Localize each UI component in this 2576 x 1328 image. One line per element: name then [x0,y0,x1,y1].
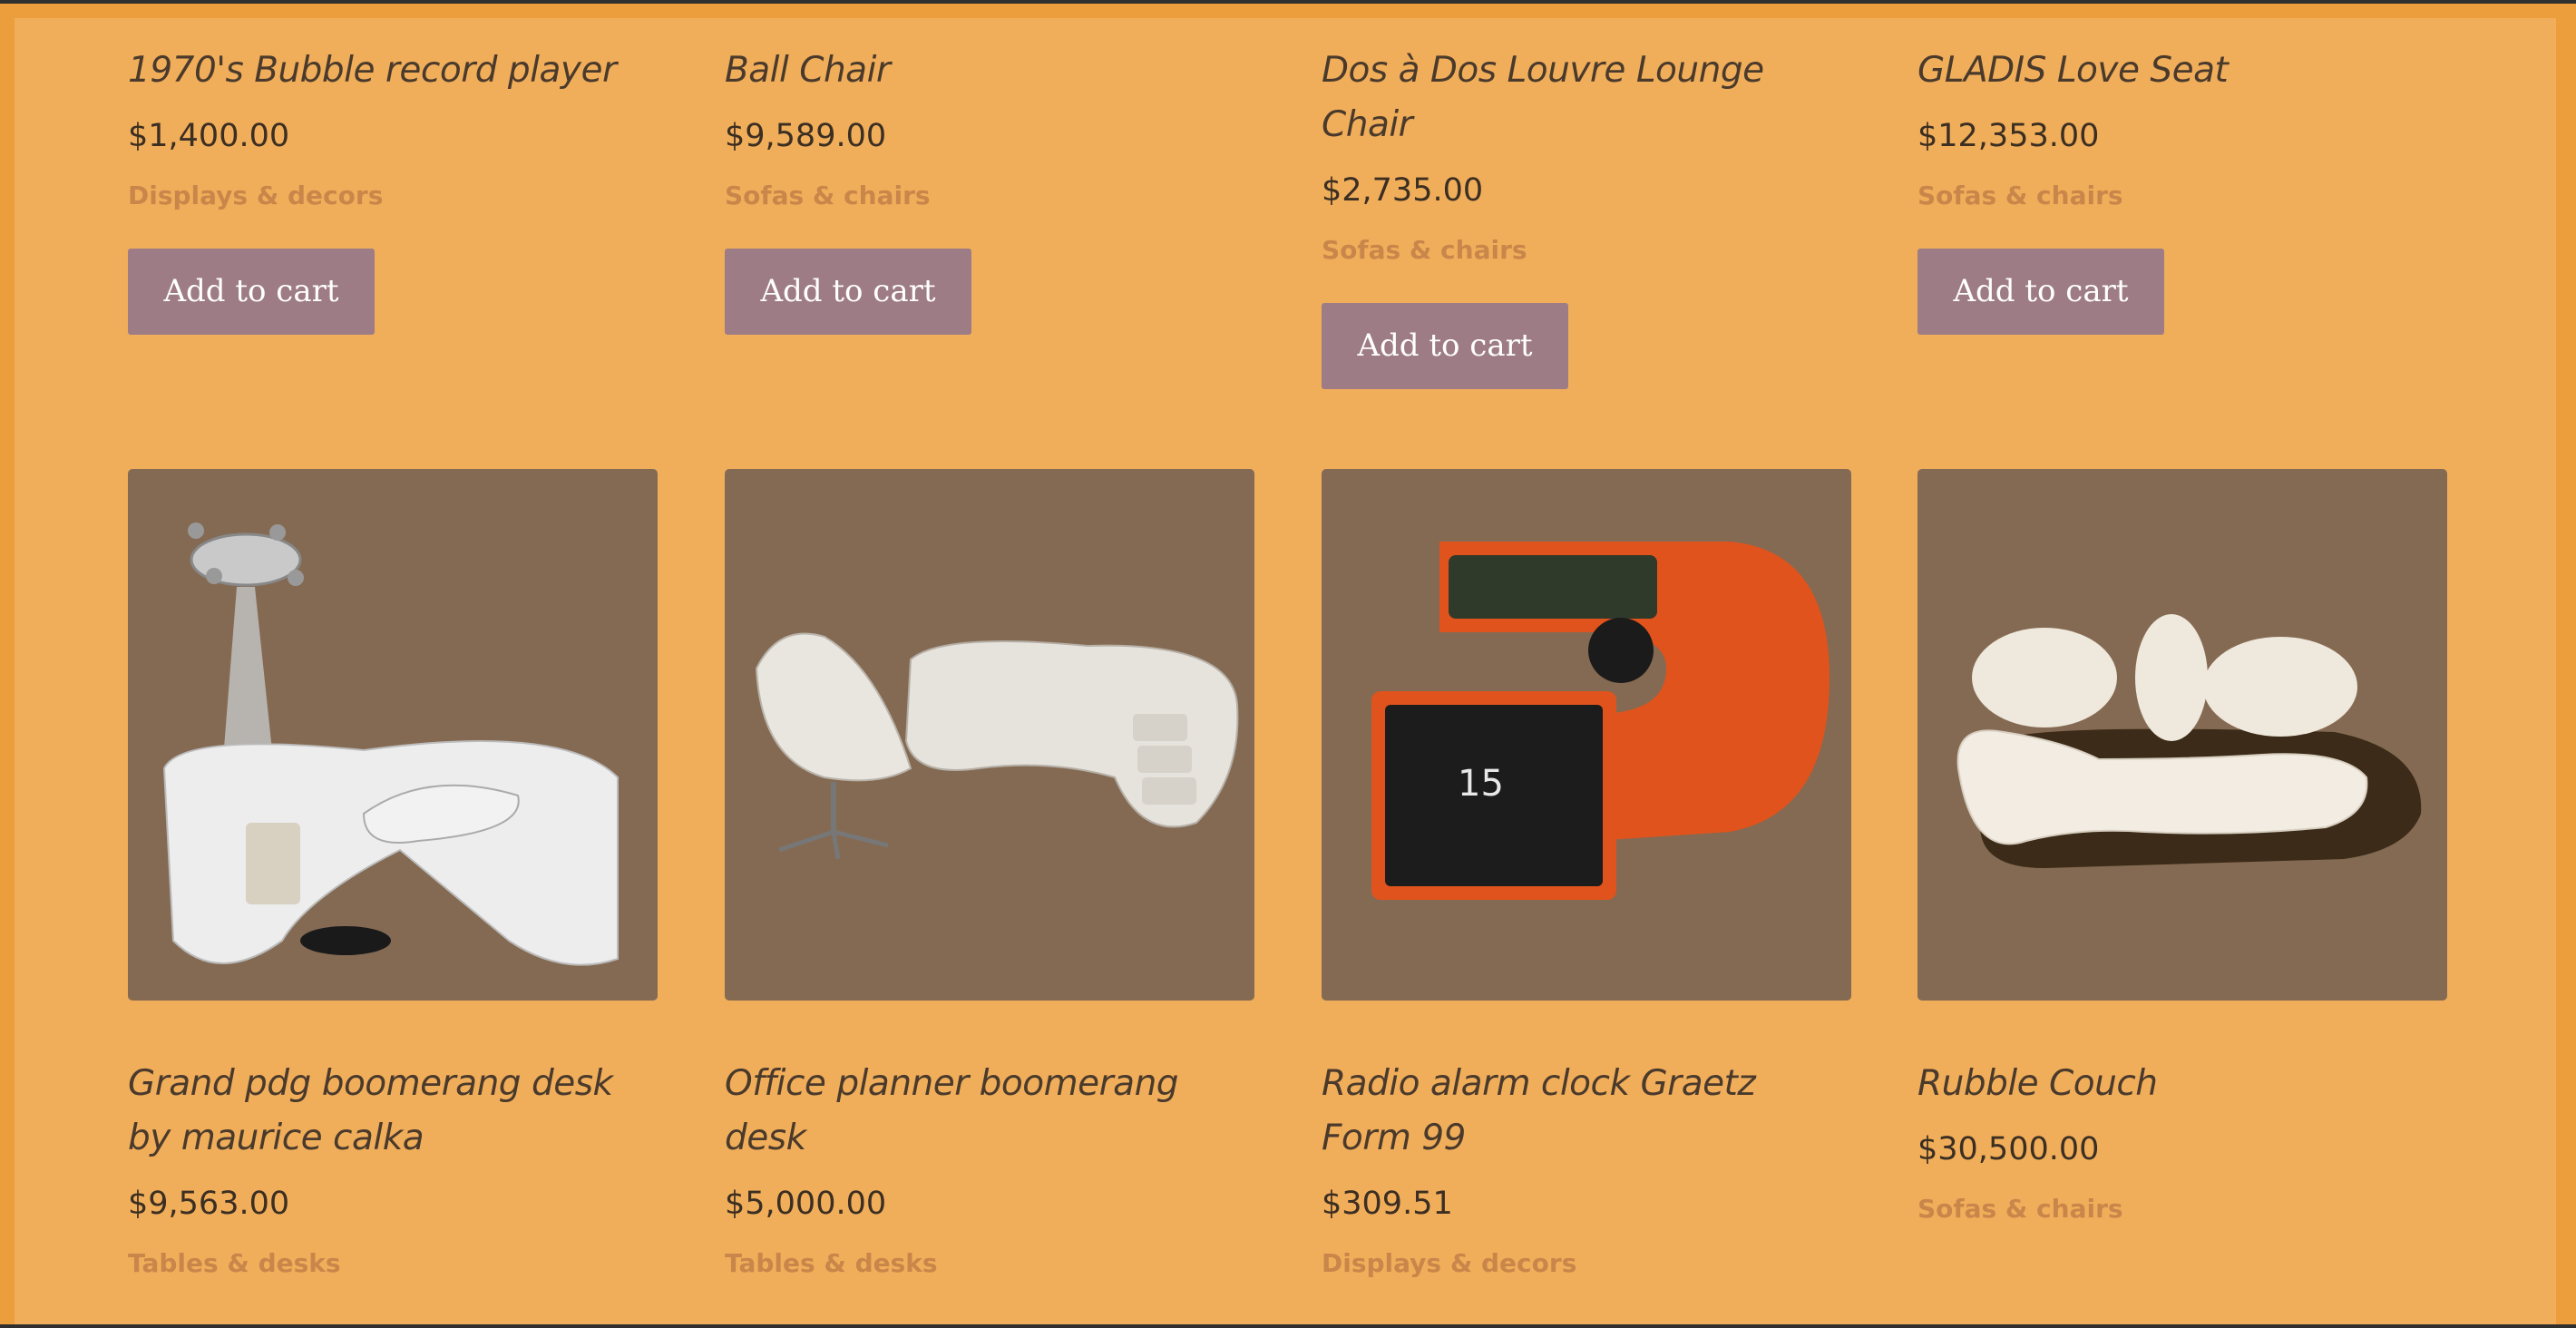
product-card: Ball Chair $9,589.00 Sofas & chairs Add … [725,44,1254,335]
product-title[interactable]: Ball Chair [725,44,1254,98]
product-category[interactable]: Tables & desks [725,1244,1254,1284]
product-price: $9,589.00 [725,118,887,154]
product-price: $9,563.00 [128,1186,290,1222]
top-border [0,0,2576,4]
product-category[interactable]: Tables & desks [128,1244,658,1284]
product-title[interactable]: Rubble Couch [1917,1057,2447,1111]
add-to-cart-button[interactable]: Add to cart [1917,249,2164,335]
product-title[interactable]: Radio alarm clock Graetz Form 99 [1322,1057,1851,1166]
bottom-border [0,1324,2576,1328]
product-title[interactable]: Office planner boomerang desk [725,1057,1254,1166]
product-image-rubble-couch[interactable] [1917,469,2447,1001]
product-category[interactable]: Sofas & chairs [1917,1189,2447,1229]
add-to-cart-button[interactable]: Add to cart [128,249,375,335]
product-category[interactable]: Sofas & chairs [725,176,1254,216]
product-title[interactable]: Grand pdg boomerang desk by maurice calk… [128,1057,658,1166]
svg-text:15: 15 [1458,763,1504,805]
product-price: $30,500.00 [1917,1131,2100,1167]
product-card: 1970's Bubble record player $1,400.00 Di… [128,44,658,335]
product-title[interactable]: 1970's Bubble record player [128,44,658,98]
product-title[interactable]: GLADIS Love Seat [1917,44,2447,98]
add-to-cart-button[interactable]: Add to cart [725,249,971,335]
product-category[interactable]: Sofas & chairs [1917,176,2447,216]
product-price: $309.51 [1322,1186,1453,1222]
product-price: $2,735.00 [1322,172,1484,209]
add-to-cart-button[interactable]: Add to cart [1322,303,1568,389]
product-image-office-planner-desk[interactable] [725,469,1254,1001]
product-card: Office planner boomerang desk $5,000.00 … [725,1057,1254,1284]
product-price: $5,000.00 [725,1186,887,1222]
product-title[interactable]: Dos à Dos Louvre Lounge Chair [1322,44,1851,152]
product-category[interactable]: Displays & decors [128,176,658,216]
product-category[interactable]: Displays & decors [1322,1244,1851,1284]
product-image-boomerang-desk-chair[interactable] [128,469,658,1001]
product-price: $1,400.00 [128,118,290,154]
product-price: $12,353.00 [1917,118,2100,154]
product-grid: 1970's Bubble record player $1,400.00 Di… [15,18,2556,1328]
product-image-radio-alarm-clock[interactable]: 15 [1322,469,1851,1001]
product-card: Dos à Dos Louvre Lounge Chair $2,735.00 … [1322,44,1851,389]
product-card: Grand pdg boomerang desk by maurice calk… [128,1057,658,1284]
product-card: Rubble Couch $30,500.00 Sofas & chairs [1917,1057,2447,1229]
product-category[interactable]: Sofas & chairs [1322,230,1851,270]
product-card: GLADIS Love Seat $12,353.00 Sofas & chai… [1917,44,2447,335]
product-card: Radio alarm clock Graetz Form 99 $309.51… [1322,1057,1851,1284]
